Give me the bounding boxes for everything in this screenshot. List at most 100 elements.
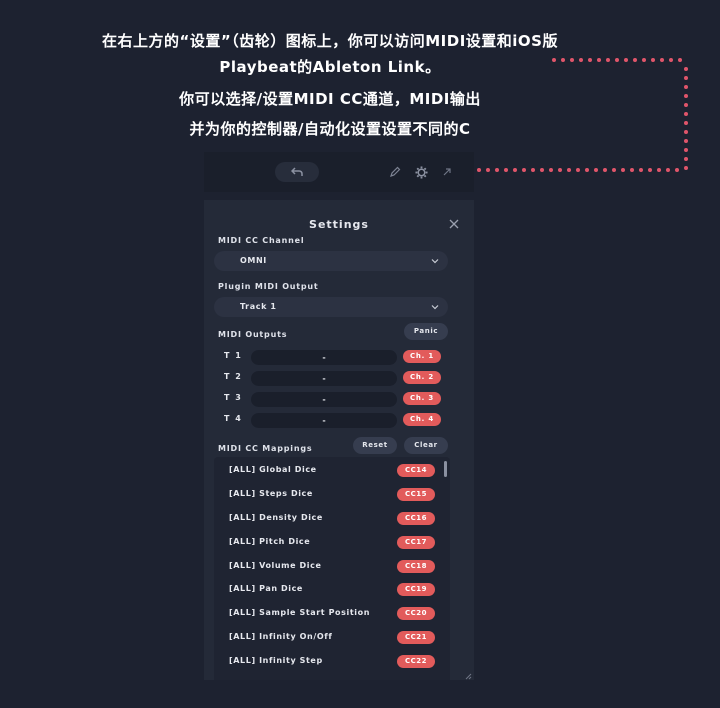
midi-output-row-t1: T 1 - Ch. 1 [204,348,474,366]
list-item[interactable]: [ALL] Pitch Dice CC17 [214,531,450,553]
cc-badge[interactable]: CC21 [397,631,435,644]
pointer-dot [576,168,580,172]
midi-cc-channel-select[interactable]: OMNI [214,251,448,271]
cc-badge[interactable]: CC20 [397,607,435,620]
list-item[interactable]: [ALL] Pan Dice CC19 [214,578,450,600]
pointer-dot [504,168,508,172]
plugin-midi-output-label: Plugin MIDI Output [218,282,319,291]
settings-button[interactable] [412,163,430,181]
track-channel-badge[interactable]: Ch. 4 [403,413,441,426]
plugin-midi-output-value: Track 1 [240,302,277,311]
track-name: T 2 [224,372,243,381]
pointer-dot [648,168,652,172]
midi-cc-channel-label: MIDI CC Channel [218,236,305,245]
gear-icon [414,165,428,179]
cc-badge[interactable]: CC19 [397,583,435,596]
pointer-dot [567,168,571,172]
cc-badge[interactable]: CC14 [397,464,435,477]
track-name: T 4 [224,414,243,423]
pointer-dot [477,168,481,172]
pointer-dot [606,58,610,62]
list-item[interactable]: [ALL] Infinity On/Off CC21 [214,626,450,648]
midi-outputs-label: MIDI Outputs [218,330,288,339]
pointer-dot [669,58,673,62]
pointer-dot [621,168,625,172]
close-icon[interactable] [448,218,460,230]
pointer-dot [660,58,664,62]
pointer-dot [684,157,688,161]
pointer-dot [558,168,562,172]
pointer-dot [486,168,490,172]
list-item[interactable]: [ALL] Density Dice CC16 [214,507,450,529]
clear-button[interactable]: Clear [404,437,448,454]
mapping-name: [ALL] Pan Dice [229,584,303,593]
pointer-dot [585,168,589,172]
pointer-dot [561,58,565,62]
pencil-icon [390,166,401,177]
track-output-field[interactable]: - [251,350,397,365]
track-output-field[interactable]: - [251,413,397,428]
mapping-name: [ALL] Sample Start Position [229,608,371,617]
cc-badge[interactable]: CC22 [397,655,435,668]
list-item[interactable]: [ALL] Steps Dice CC15 [214,483,450,505]
pointer-dot [684,85,688,89]
cc-badge[interactable]: CC17 [397,536,435,549]
pointer-dot [684,130,688,134]
mapping-name: [ALL] Density Dice [229,513,323,522]
track-output-field[interactable]: - [251,392,397,407]
plugin-midi-output-select[interactable]: Track 1 [214,297,448,317]
pointer-dot [684,67,688,71]
pointer-dot [624,58,628,62]
settings-panel: Settings MIDI CC Channel OMNI Plugin MID… [204,200,474,680]
chevron-down-icon [431,305,439,310]
pointer-dot [588,58,592,62]
track-channel-badge[interactable]: Ch. 3 [403,392,441,405]
undo-button[interactable] [275,162,319,182]
pointer-dot [603,168,607,172]
pointer-dot [684,121,688,125]
pointer-dot [633,58,637,62]
pointer-dot [684,148,688,152]
track-channel-badge[interactable]: Ch. 2 [403,371,441,384]
midi-output-row-t3: T 3 - Ch. 3 [204,390,474,408]
scrollbar-thumb[interactable] [444,461,447,477]
mapping-name: [ALL] Volume Dice [229,561,322,570]
pointer-dot [612,168,616,172]
list-item[interactable]: [ALL] Infinity Step CC22 [214,650,450,672]
cc-mapping-list: [ALL] Global Dice CC14 [ALL] Steps Dice … [214,457,450,680]
track-output-field[interactable]: - [251,371,397,386]
mapping-name: [ALL] Global Dice [229,465,317,474]
cc-badge[interactable]: CC15 [397,488,435,501]
pointer-dot [495,168,499,172]
panic-button[interactable]: Panic [404,323,448,340]
mapping-name: [ALL] Pitch Dice [229,537,311,546]
edit-button[interactable] [386,163,404,181]
settings-title: Settings [309,218,369,231]
pointer-dot [678,58,682,62]
list-item[interactable]: [ALL] Volume Dice CC18 [214,555,450,577]
expand-button[interactable] [438,163,456,181]
cc-badge[interactable]: CC16 [397,512,435,525]
resize-grip-icon[interactable] [464,672,472,680]
pointer-dot [675,168,679,172]
mapping-name: [ALL] Infinity On/Off [229,632,333,641]
list-item[interactable]: [ALL] Sample Start Position CC20 [214,602,450,624]
pointer-dot [513,168,517,172]
cc-badge[interactable]: CC18 [397,560,435,573]
pointer-dot [684,139,688,143]
midi-cc-channel-value: OMNI [240,256,267,265]
list-item[interactable]: [ALL] Global Dice CC14 [214,459,450,481]
track-channel-badge[interactable]: Ch. 1 [403,350,441,363]
pointer-dot [630,168,634,172]
pointer-dot [666,168,670,172]
pointer-dot [531,168,535,172]
undo-icon [291,167,303,176]
pointer-dot [522,168,526,172]
track-name: T 1 [224,351,243,360]
pointer-dot [657,168,661,172]
pointer-dot [594,168,598,172]
pointer-dot [552,58,556,62]
pointer-dot [684,112,688,116]
reset-button[interactable]: Reset [353,437,397,454]
midi-output-row-t4: T 4 - Ch. 4 [204,411,474,429]
